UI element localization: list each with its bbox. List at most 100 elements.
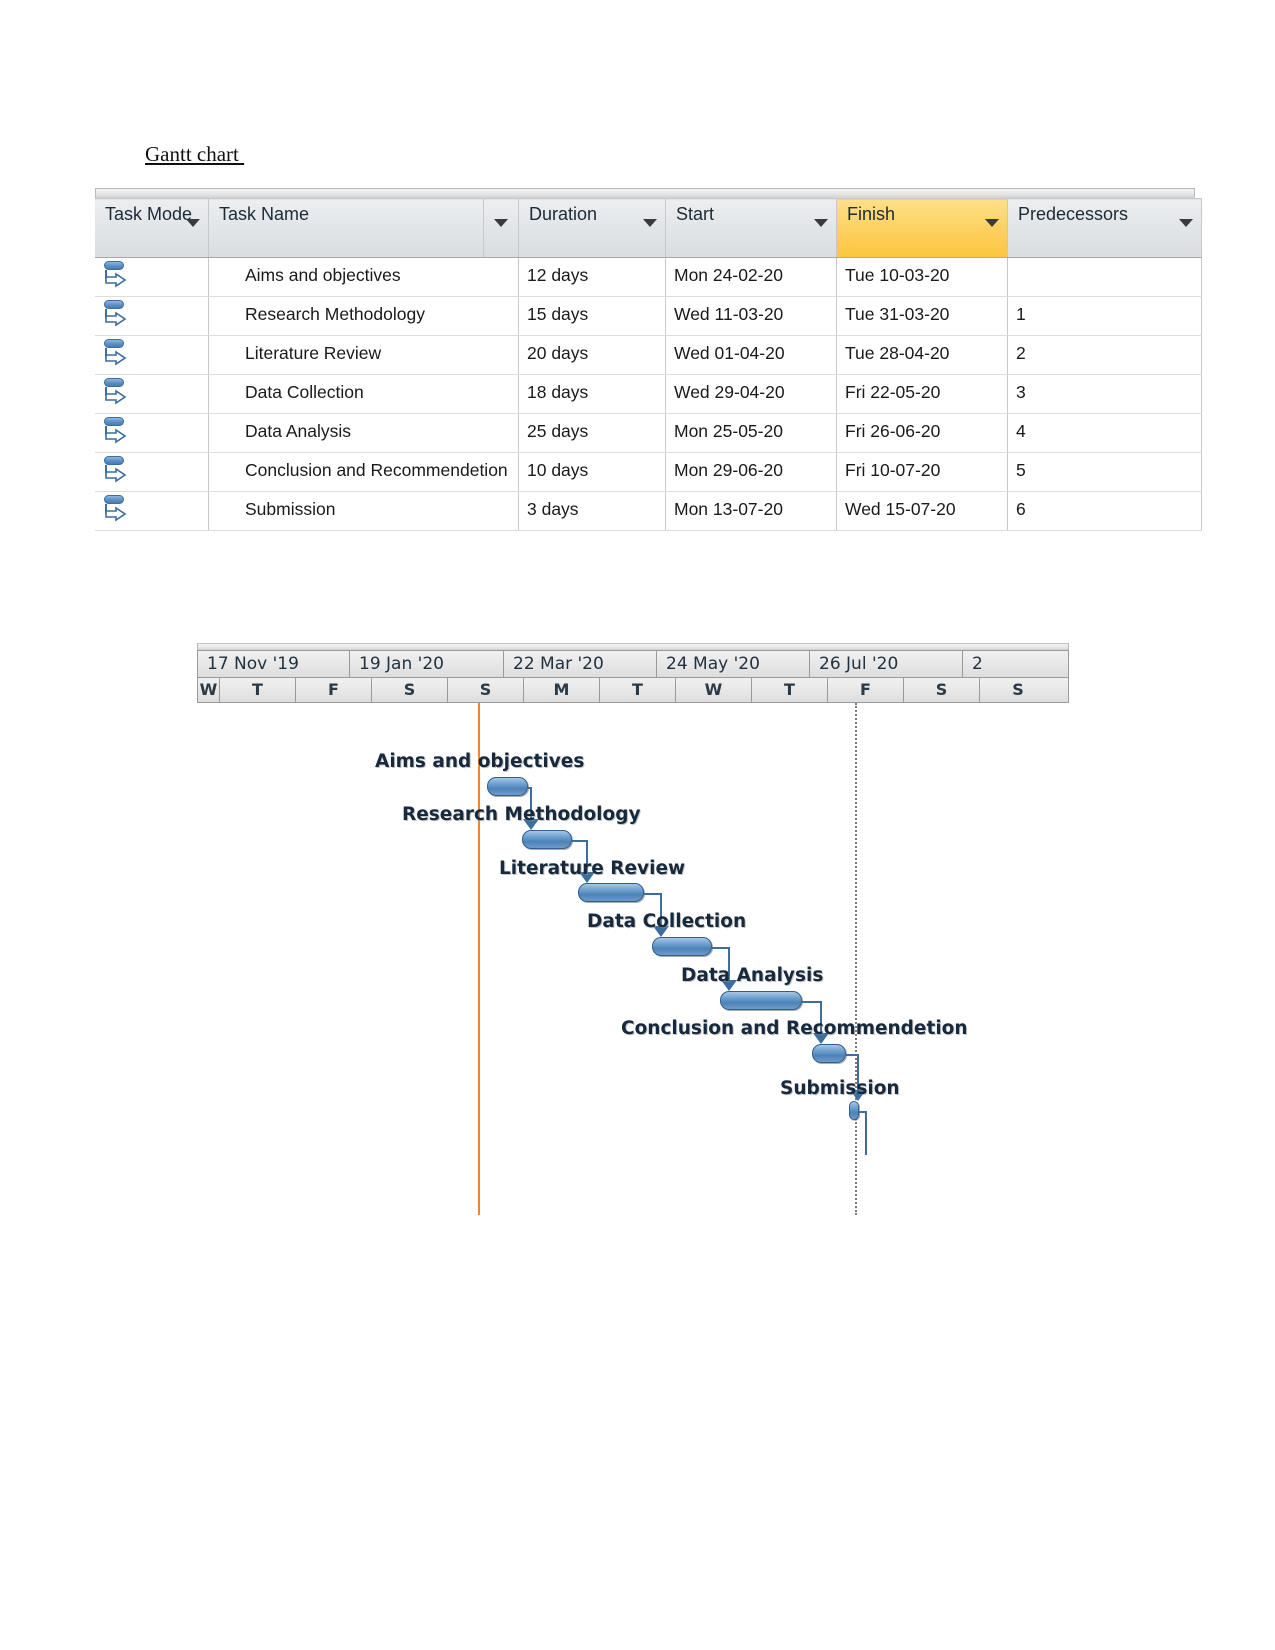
task-name-filter-button[interactable] [483,198,519,258]
cell-predecessors[interactable]: 5 [1007,452,1202,492]
cell-finish[interactable]: Fri 22-05-20 [836,374,1008,414]
chevron-down-icon[interactable] [494,219,508,227]
column-header-task-mode[interactable]: Task Mode [95,198,209,258]
gantt-bar[interactable] [849,1101,859,1120]
auto-schedule-icon[interactable] [103,261,129,291]
auto-schedule-icon[interactable] [103,495,129,525]
chevron-down-icon[interactable] [814,219,828,227]
auto-schedule-arrow-icon [105,350,127,366]
auto-schedule-icon[interactable] [103,378,129,408]
cell-finish[interactable]: Fri 26-06-20 [836,413,1008,453]
gantt-bar[interactable] [812,1044,846,1063]
column-header-start[interactable]: Start [665,198,837,258]
cell-predecessors[interactable]: 2 [1007,335,1202,375]
predecessors-text: 5 [1016,460,1026,480]
gantt-bar[interactable] [487,777,528,796]
cell-predecessors[interactable] [1007,257,1202,297]
cell-finish[interactable]: Wed 15-07-20 [836,491,1008,531]
cell-start[interactable]: Mon 13-07-20 [665,491,837,531]
column-header-task-name[interactable]: Task Name [208,198,484,258]
predecessors-text: 6 [1016,499,1026,519]
cell-start[interactable]: Mon 24-02-20 [665,257,837,297]
cell-duration[interactable]: 3 days [518,491,666,531]
cell-task-mode[interactable] [95,257,209,297]
column-header-predecessors[interactable]: Predecessors [1007,198,1202,258]
column-header-finish[interactable]: Finish [836,198,1008,258]
chevron-down-icon[interactable] [186,219,200,227]
duration-text: 3 days [527,499,579,519]
cell-task-name[interactable]: Research Methodology [208,296,519,336]
cell-task-mode[interactable] [95,296,209,336]
cell-task-name[interactable]: Data Analysis [208,413,519,453]
chevron-down-icon[interactable] [985,219,999,227]
cell-start[interactable]: Mon 25-05-20 [665,413,837,453]
dependency-link-horizontal [712,947,728,949]
cell-predecessors[interactable]: 3 [1007,374,1202,414]
cell-duration[interactable]: 12 days [518,257,666,297]
gantt-bar[interactable] [720,991,802,1010]
auto-schedule-icon[interactable] [103,417,129,447]
cell-finish[interactable]: Tue 31-03-20 [836,296,1008,336]
today-marker-line [478,703,480,1215]
start-date-text: Mon 25-05-20 [674,421,783,441]
auto-schedule-pill-icon [104,261,124,270]
cell-task-name[interactable]: Aims and objectives [208,257,519,297]
duration-text: 10 days [527,460,589,480]
chevron-down-icon[interactable] [643,219,657,227]
table-row[interactable]: Research Methodology 15 days Wed 11-03-20 T… [95,296,1202,336]
cell-start[interactable]: Wed 01-04-20 [665,335,837,375]
cell-predecessors[interactable]: 6 [1007,491,1202,531]
cell-duration[interactable]: 18 days [518,374,666,414]
table-row[interactable]: Data Collection 18 days Wed 29-04-20 Fri 22… [95,374,1202,414]
dependency-link-horizontal [846,1054,857,1056]
gantt-top-scroll-strip[interactable] [197,643,1069,650]
chevron-down-icon[interactable] [1179,219,1193,227]
timeline-day-cell: S [372,678,448,702]
cell-task-mode[interactable] [95,491,209,531]
cell-start[interactable]: Wed 11-03-20 [665,296,837,336]
gantt-bar-label: Submission [780,1078,900,1099]
cell-finish[interactable]: Tue 10-03-20 [836,257,1008,297]
gantt-bar[interactable] [652,937,712,956]
gantt-bar[interactable] [578,883,644,902]
cell-task-name[interactable]: Literature Review [208,335,519,375]
cell-finish[interactable]: Fri 10-07-20 [836,452,1008,492]
cell-duration[interactable]: 20 days [518,335,666,375]
task-name-text: Submission [245,499,336,519]
auto-schedule-arrow-icon [105,389,127,405]
auto-schedule-icon[interactable] [103,456,129,486]
cell-task-name[interactable]: Data Collection [208,374,519,414]
auto-schedule-icon[interactable] [103,339,129,369]
cell-task-mode[interactable] [95,413,209,453]
table-row[interactable]: Conclusion and Recommendetion 10 days Mon … [95,452,1202,492]
table-row[interactable]: Literature Review 20 days Wed 01-04-20 Tue … [95,335,1202,375]
column-header-duration[interactable]: Duration [518,198,666,258]
cell-start[interactable]: Wed 29-04-20 [665,374,837,414]
auto-schedule-icon[interactable] [103,300,129,330]
cell-duration[interactable]: 15 days [518,296,666,336]
finish-date-text: Fri 26-06-20 [845,421,941,441]
timeline-day-cell: S [904,678,980,702]
gantt-bar[interactable] [522,830,572,849]
cell-predecessors[interactable]: 4 [1007,413,1202,453]
cell-predecessors[interactable]: 1 [1007,296,1202,336]
cell-task-mode[interactable] [95,452,209,492]
cell-start[interactable]: Mon 29-06-20 [665,452,837,492]
duration-text: 25 days [527,421,589,441]
cell-duration[interactable]: 10 days [518,452,666,492]
finish-date-text: Tue 28-04-20 [845,343,950,363]
cell-task-name[interactable]: Conclusion and Recommendetion [208,452,519,492]
table-row[interactable]: Data Analysis 25 days Mon 25-05-20 Fri 26-0… [95,413,1202,453]
gantt-plot-area[interactable]: Aims and objectives Research Methodology L… [197,703,1069,1215]
cell-task-mode[interactable] [95,374,209,414]
cell-finish[interactable]: Tue 28-04-20 [836,335,1008,375]
timeline-day-cell: W [198,678,220,702]
cell-duration[interactable]: 25 days [518,413,666,453]
table-row[interactable]: Submission 3 days Mon 13-07-20 Wed 15-07-20… [95,491,1202,531]
cell-task-mode[interactable] [95,335,209,375]
table-row[interactable]: Aims and objectives 12 days Mon 24-02-20 Tu… [95,257,1202,297]
duration-text: 15 days [527,304,589,324]
start-date-text: Mon 29-06-20 [674,460,783,480]
cell-task-name[interactable]: Submission [208,491,519,531]
table-top-scroll-strip[interactable] [95,188,1195,198]
